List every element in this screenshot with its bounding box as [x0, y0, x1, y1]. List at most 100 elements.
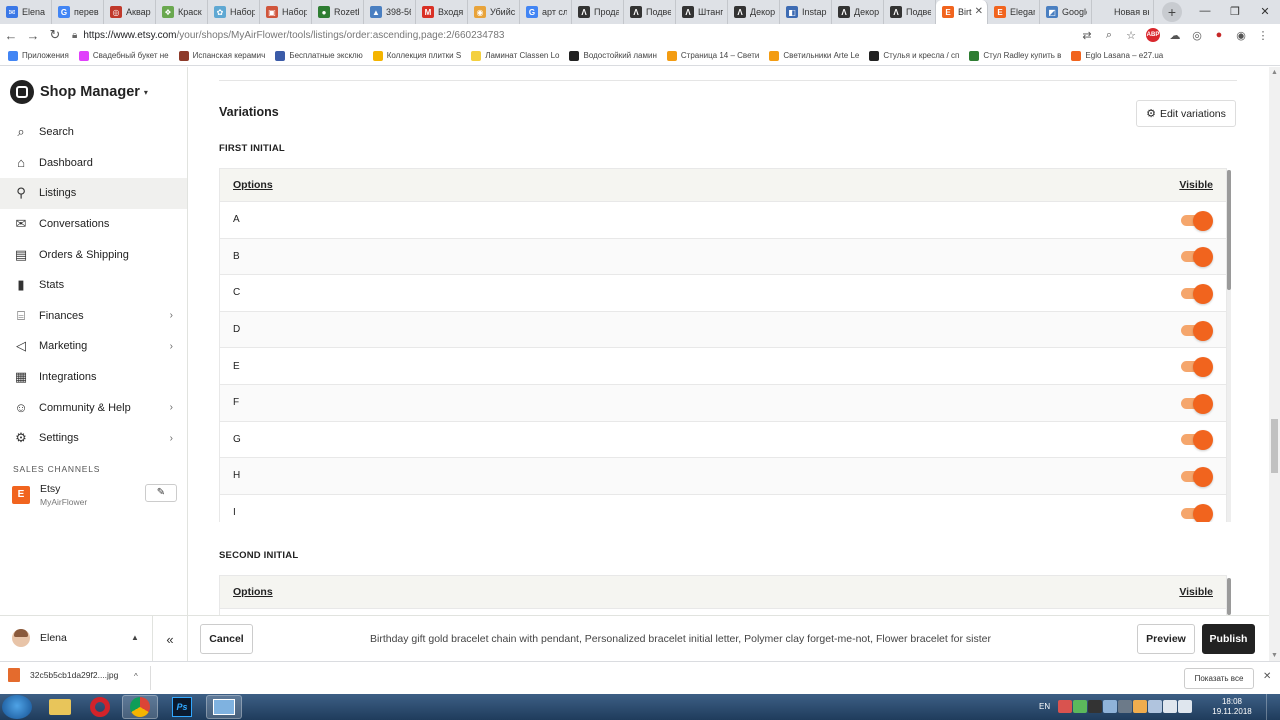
sidebar-item-search[interactable]: ⌕ Search — [0, 117, 187, 148]
explorer-app-icon[interactable] — [42, 695, 78, 719]
chevron-up-icon[interactable]: ▲ — [131, 633, 139, 642]
adblock-icon[interactable]: ABP — [1146, 28, 1160, 42]
browser-tab[interactable]: ▣ Набор — [260, 0, 312, 24]
keyboard-language[interactable]: EN — [1039, 702, 1050, 711]
browser-tab[interactable]: Новая вкла — [1092, 0, 1154, 24]
tray-icon[interactable] — [1148, 700, 1162, 713]
show-all-downloads-button[interactable]: Показать все — [1184, 668, 1254, 689]
bookmark-item[interactable]: Стулья и кресла / сп — [869, 50, 959, 61]
chevron-up-icon[interactable]: ^ — [134, 672, 138, 681]
opera-app-icon[interactable] — [82, 695, 118, 719]
forward-icon[interactable]: → — [22, 24, 44, 46]
browser-tab[interactable]: Λ Подве — [624, 0, 676, 24]
browser-tab[interactable]: ▲ 398-56 — [364, 0, 416, 24]
visible-toggle[interactable] — [1181, 466, 1213, 487]
bookmark-item[interactable]: Испанская керамич — [178, 50, 265, 61]
bookmark-item[interactable]: Страница 14 – Свети — [666, 50, 759, 61]
options-column-header[interactable]: Options — [233, 179, 273, 191]
table-scrollbar-thumb[interactable] — [1227, 578, 1231, 615]
visible-toggle[interactable] — [1181, 503, 1213, 522]
browser-tab[interactable]: Λ Декор — [832, 0, 884, 24]
browser-tab[interactable]: ✉ Elena S — [0, 0, 52, 24]
user-menu[interactable]: Elena — [12, 629, 67, 647]
visible-toggle[interactable] — [1181, 393, 1213, 414]
browser-tab[interactable]: Gарт сл — [520, 0, 572, 24]
sidebar-item-conversations[interactable]: ✉ Conversations — [0, 209, 187, 240]
bookmark-item[interactable]: Коллекция плитки S — [372, 50, 461, 61]
close-icon[interactable]: ✕ — [1263, 671, 1271, 682]
show-desktop-button[interactable] — [1266, 694, 1280, 720]
reload-icon[interactable]: ↻ — [44, 24, 66, 46]
browser-tab[interactable]: M Входя — [416, 0, 468, 24]
browser-tab[interactable]: ◎ Аквар — [104, 0, 156, 24]
zoom-icon[interactable]: ⌕ — [1098, 25, 1120, 45]
new-tab-button[interactable]: + — [1162, 2, 1182, 22]
sidebar-item-community-help[interactable]: ☺ Community & Help › — [0, 392, 187, 423]
image-viewer-app-icon[interactable] — [206, 695, 242, 719]
visible-column-header[interactable]: Visible — [1179, 586, 1213, 598]
back-icon[interactable]: ← — [0, 24, 22, 46]
bookmark-item[interactable]: Светильники Arte Le — [769, 50, 859, 61]
visible-toggle[interactable] — [1181, 247, 1213, 268]
start-button[interactable] — [2, 695, 32, 719]
visible-column-header[interactable]: Visible — [1179, 179, 1213, 191]
browser-tab[interactable]: Λ Прода — [572, 0, 624, 24]
edit-channel-button[interactable]: ✎ — [145, 483, 177, 502]
browser-tab[interactable]: Λ Декор — [728, 0, 780, 24]
photoshop-app-icon[interactable]: Ps — [164, 695, 200, 719]
sidebar-item-stats[interactable]: ▮ Stats — [0, 270, 187, 301]
browser-tab[interactable]: ◉ Убийс — [468, 0, 520, 24]
sales-channel-etsy[interactable]: E Etsy MyAirFlower ✎ — [0, 482, 187, 508]
publish-button[interactable]: Publish — [1202, 624, 1255, 654]
options-column-header[interactable]: Options — [233, 586, 273, 598]
sidebar-item-orders-shipping[interactable]: ▤ Orders & Shipping — [0, 239, 187, 270]
close-tab-icon[interactable]: ✕ — [975, 6, 983, 17]
cancel-button[interactable]: Cancel — [200, 624, 253, 654]
browser-tab[interactable]: ❖ Краск — [156, 0, 208, 24]
shop-manager-header[interactable]: Shop Manager ▾ — [0, 67, 187, 117]
bookmark-item[interactable]: Приложения — [8, 50, 69, 61]
bookmark-item[interactable]: Бесплатные эксклю — [275, 50, 363, 61]
bookmark-item[interactable]: Ламинат Classen Lo — [471, 50, 559, 61]
tray-icon[interactable] — [1163, 700, 1177, 713]
bookmark-star-icon[interactable]: ☆ — [1120, 25, 1142, 45]
bookmark-item[interactable]: Стул Radley купить в — [969, 50, 1061, 61]
browser-tab[interactable]: Gперев — [52, 0, 104, 24]
tray-icon[interactable] — [1118, 700, 1132, 713]
tray-icon[interactable] — [1133, 700, 1147, 713]
visible-toggle[interactable] — [1181, 430, 1213, 451]
profile-icon[interactable]: ◉ — [1230, 25, 1252, 45]
sidebar-item-settings[interactable]: ⚙ Settings › — [0, 423, 187, 454]
minimize-button[interactable]: — — [1190, 0, 1220, 22]
browser-tab[interactable]: ✿ Набор — [208, 0, 260, 24]
browser-tab[interactable]: ● Rozetk — [312, 0, 364, 24]
sidebar-item-marketing[interactable]: ◁ Marketing › — [0, 331, 187, 362]
restore-button[interactable]: ❐ — [1220, 0, 1250, 22]
close-window-button[interactable]: ✕ — [1250, 0, 1280, 22]
visible-toggle[interactable] — [1181, 357, 1213, 378]
tray-icon[interactable] — [1073, 700, 1087, 713]
translate-icon[interactable]: ⇄ — [1076, 25, 1098, 45]
edit-variations-button[interactable]: ⚙ Edit variations — [1136, 100, 1236, 127]
page-scrollbar[interactable]: ▲ ▼ — [1269, 67, 1280, 661]
menu-icon[interactable]: ⋮ — [1252, 25, 1274, 45]
sidebar-item-dashboard[interactable]: ⌂ Dashboard — [0, 148, 187, 179]
tray-icon[interactable] — [1178, 700, 1192, 713]
bookmark-item[interactable]: Eglo Lasana – e27.ua — [1071, 50, 1163, 61]
chrome-app-icon[interactable] — [122, 695, 158, 719]
table-scrollbar-thumb[interactable] — [1227, 170, 1231, 290]
tray-icon[interactable] — [1058, 700, 1072, 713]
scroll-up-icon[interactable]: ▲ — [1271, 69, 1278, 76]
extension-red-icon[interactable]: ● — [1208, 25, 1230, 45]
browser-tab[interactable]: ◧ Instapl — [780, 0, 832, 24]
browser-tab[interactable]: E Elegan — [988, 0, 1040, 24]
browser-tab[interactable]: Λ Штанг — [676, 0, 728, 24]
sidebar-item-integrations[interactable]: ▦ Integrations — [0, 362, 187, 393]
scroll-down-icon[interactable]: ▼ — [1271, 652, 1278, 659]
visible-toggle[interactable] — [1181, 283, 1213, 304]
browser-tab[interactable]: ◩ Google — [1040, 0, 1092, 24]
preview-button[interactable]: Preview — [1137, 624, 1195, 654]
system-clock[interactable]: 18:08 19.11.2018 — [1212, 697, 1252, 717]
sidebar-item-listings[interactable]: ⚲ Listings — [0, 178, 187, 209]
visible-toggle[interactable] — [1181, 210, 1213, 231]
